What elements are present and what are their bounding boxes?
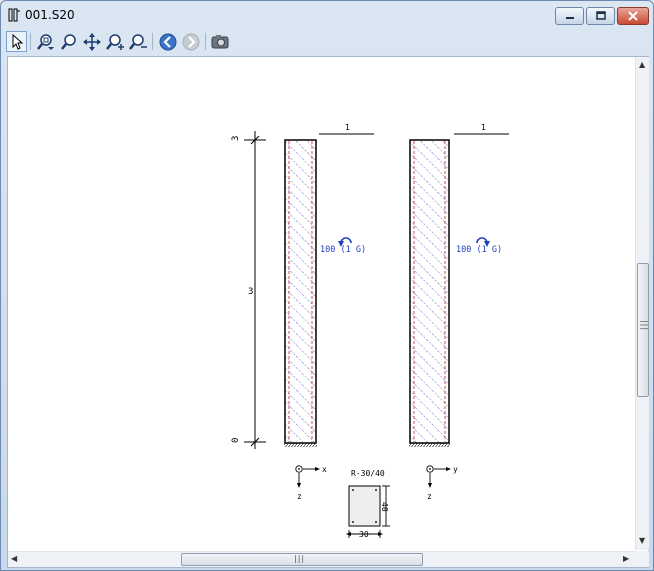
camera-button[interactable] <box>209 31 230 52</box>
grip-icon: ||| <box>640 319 650 332</box>
vertical-scrollbar[interactable]: ▲ ||| ▼ <box>635 57 649 550</box>
column-icon <box>8 8 20 22</box>
axis-symbol-xz: x z <box>295 465 327 501</box>
axis-x-label: x <box>322 465 327 474</box>
forward-button[interactable] <box>180 31 201 52</box>
column-drawing: 3 3 0 1 100 (1 G) 1 100 (1 G) x z y z R-… <box>231 123 509 539</box>
column-left-top-label: 1 <box>345 123 350 132</box>
zoom-in-icon <box>105 33 124 50</box>
toolbar-separator <box>30 33 31 50</box>
close-icon <box>628 11 638 21</box>
column-right-top-label: 1 <box>481 123 486 132</box>
horizontal-scrollbar[interactable]: ◀ ||| ▶ <box>8 551 635 567</box>
zoom-window-button[interactable] <box>35 31 56 52</box>
section-name-label: R-30/40 <box>351 469 385 478</box>
level-bottom-label: 0 <box>231 438 241 443</box>
drawing-area[interactable]: 3 3 0 1 100 (1 G) 1 100 (1 G) x z y z R-… <box>7 56 649 568</box>
column-right-moment-label: 100 (1 G) <box>456 245 502 255</box>
structure-canvas[interactable]: 3 3 0 1 100 (1 G) 1 100 (1 G) x z y z R-… <box>8 57 633 550</box>
back-arrow-icon <box>159 33 176 50</box>
height-label: 3 <box>248 287 253 297</box>
toolbar-separator <box>205 33 206 50</box>
maximize-icon <box>595 11 606 20</box>
select-pointer-button[interactable] <box>6 31 27 52</box>
toolbar-separator <box>152 33 153 50</box>
minimize-button[interactable] <box>555 7 584 25</box>
toolbar <box>3 29 651 55</box>
title-bar[interactable]: 001.S20 <box>1 1 653 29</box>
close-button[interactable] <box>617 7 649 25</box>
magnifier-icon <box>60 33 76 50</box>
zoom-button[interactable] <box>58 31 79 52</box>
maximize-button[interactable] <box>586 7 615 25</box>
back-button[interactable] <box>157 31 178 52</box>
move-arrows-icon <box>82 32 101 51</box>
zoom-in-button[interactable] <box>104 31 125 52</box>
horizontal-scroll-thumb[interactable]: ||| <box>181 553 423 566</box>
scroll-right-icon[interactable]: ▶ <box>623 554 629 563</box>
camera-icon <box>211 34 228 48</box>
column-left: 1 100 (1 G) <box>284 123 374 447</box>
section-width-label: 30 <box>359 530 369 539</box>
scroll-up-icon[interactable]: ▲ <box>639 60 645 69</box>
window-title: 001.S20 <box>25 8 75 22</box>
app-window: 001.S20 3 3 0 1 100 (1 G) 1 100 (1 G) x … <box>0 0 654 571</box>
height-dimension: 3 3 0 <box>231 131 266 449</box>
axis-symbol-yz: y z <box>426 465 458 501</box>
column-right: 1 100 (1 G) <box>409 123 509 447</box>
scroll-left-icon[interactable]: ◀ <box>11 554 17 563</box>
scroll-down-icon[interactable]: ▼ <box>639 536 645 545</box>
scrollbar-corner <box>635 551 649 567</box>
cross-section: R-30/40 40 30 <box>346 469 390 539</box>
zoom-out-icon <box>128 33 147 50</box>
grip-icon: ||| <box>294 554 306 563</box>
column-left-moment-label: 100 (1 G) <box>320 245 366 255</box>
zoom-window-icon <box>36 33 54 50</box>
level-top-label: 3 <box>231 136 241 141</box>
vertical-scroll-thumb[interactable]: ||| <box>637 263 649 397</box>
axis-z-label: z <box>297 492 302 501</box>
section-height-label: 40 <box>380 502 389 512</box>
axis-y-label: y <box>453 465 458 474</box>
cursor-arrow-icon <box>12 33 23 50</box>
zoom-out-button[interactable] <box>127 31 148 52</box>
forward-arrow-icon <box>182 33 199 50</box>
pan-button[interactable] <box>81 31 102 52</box>
minimize-icon <box>565 17 574 19</box>
axis-z-label: z <box>427 492 432 501</box>
